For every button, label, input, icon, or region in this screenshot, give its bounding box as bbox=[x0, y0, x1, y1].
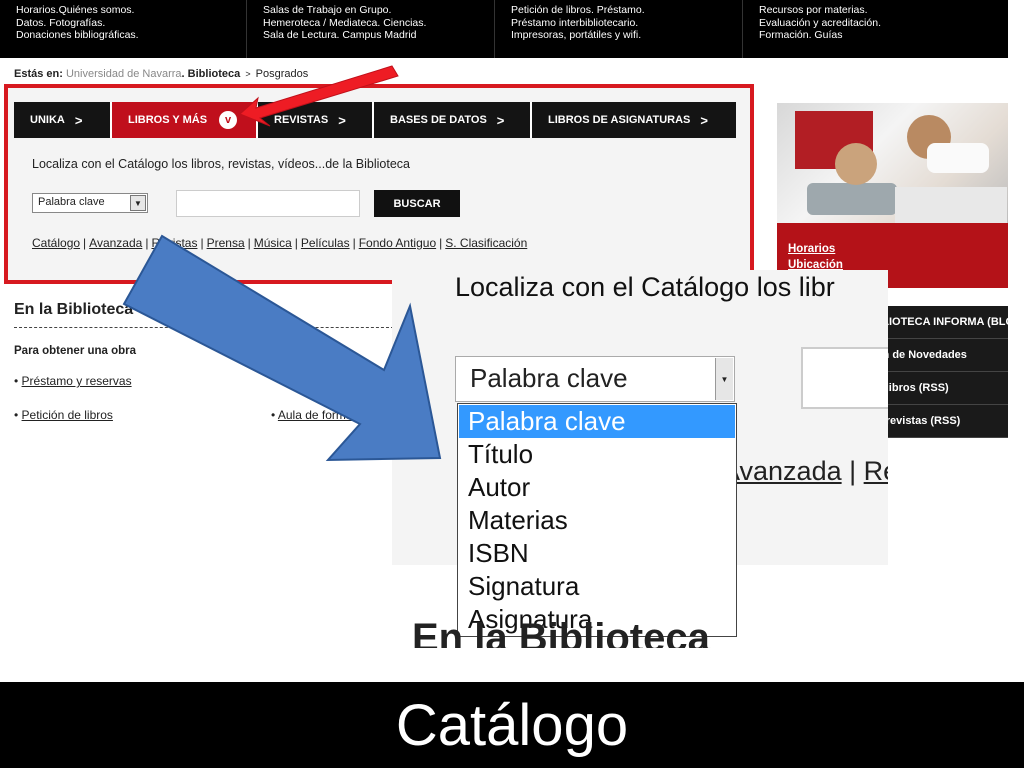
annotation-arrows bbox=[122, 65, 442, 462]
blue-arrow-icon bbox=[122, 234, 442, 462]
slide-caption: Catálogo bbox=[0, 682, 1024, 768]
caption-text: Catálogo bbox=[395, 692, 629, 758]
red-arrow-icon bbox=[239, 65, 399, 127]
